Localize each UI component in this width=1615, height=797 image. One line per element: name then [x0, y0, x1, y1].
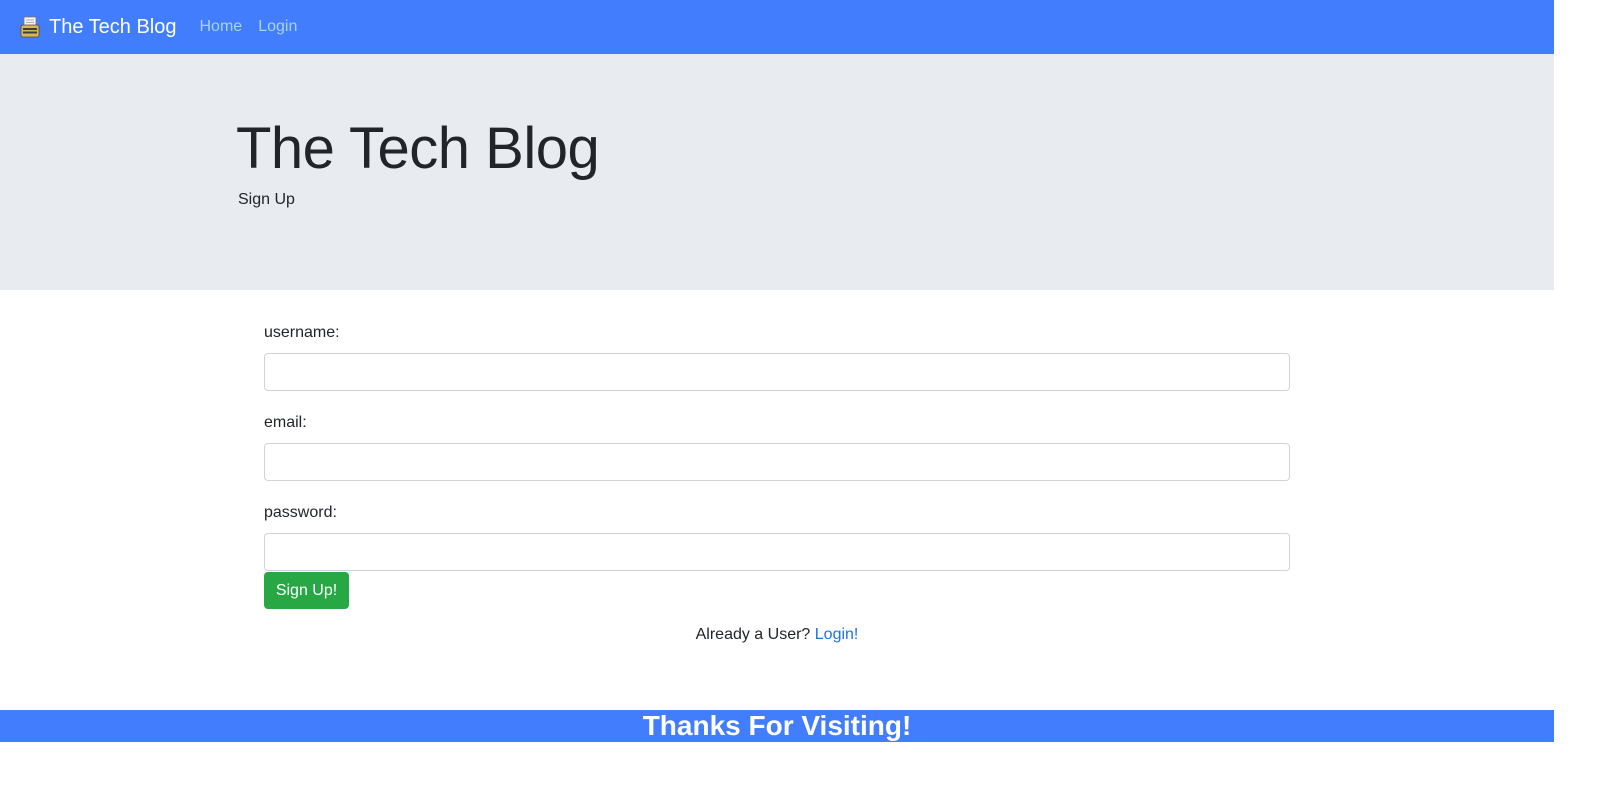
- nav-links: Home Login: [200, 18, 314, 36]
- page-title: The Tech Blog: [236, 116, 600, 181]
- password-input[interactable]: [264, 533, 1290, 571]
- nav-link-login[interactable]: Login: [258, 18, 297, 36]
- jumbotron: The Tech Blog Sign Up: [0, 54, 1554, 290]
- footer: Thanks For Visiting!: [0, 710, 1554, 742]
- already-user-row: Already a User? Login!: [0, 626, 1554, 644]
- email-label: email:: [264, 414, 307, 431]
- already-user-text: Already a User?: [695, 626, 811, 643]
- signup-button[interactable]: Sign Up!: [264, 572, 349, 609]
- nav-link-home[interactable]: Home: [200, 18, 243, 36]
- username-label: username:: [264, 324, 340, 341]
- top-navbar: The Tech Blog Home Login: [0, 0, 1554, 54]
- login-link[interactable]: Login!: [815, 626, 859, 643]
- password-label: password:: [264, 504, 337, 521]
- brand-title: The Tech Blog: [49, 15, 177, 38]
- page-subtitle: Sign Up: [238, 191, 295, 208]
- email-input[interactable]: [264, 443, 1290, 481]
- username-input[interactable]: [264, 353, 1290, 391]
- brand-link[interactable]: The Tech Blog: [20, 16, 177, 39]
- signup-form: username: email: password:: [264, 323, 1290, 593]
- footer-text: Thanks For Visiting!: [642, 710, 912, 741]
- typewriter-icon: [20, 16, 40, 38]
